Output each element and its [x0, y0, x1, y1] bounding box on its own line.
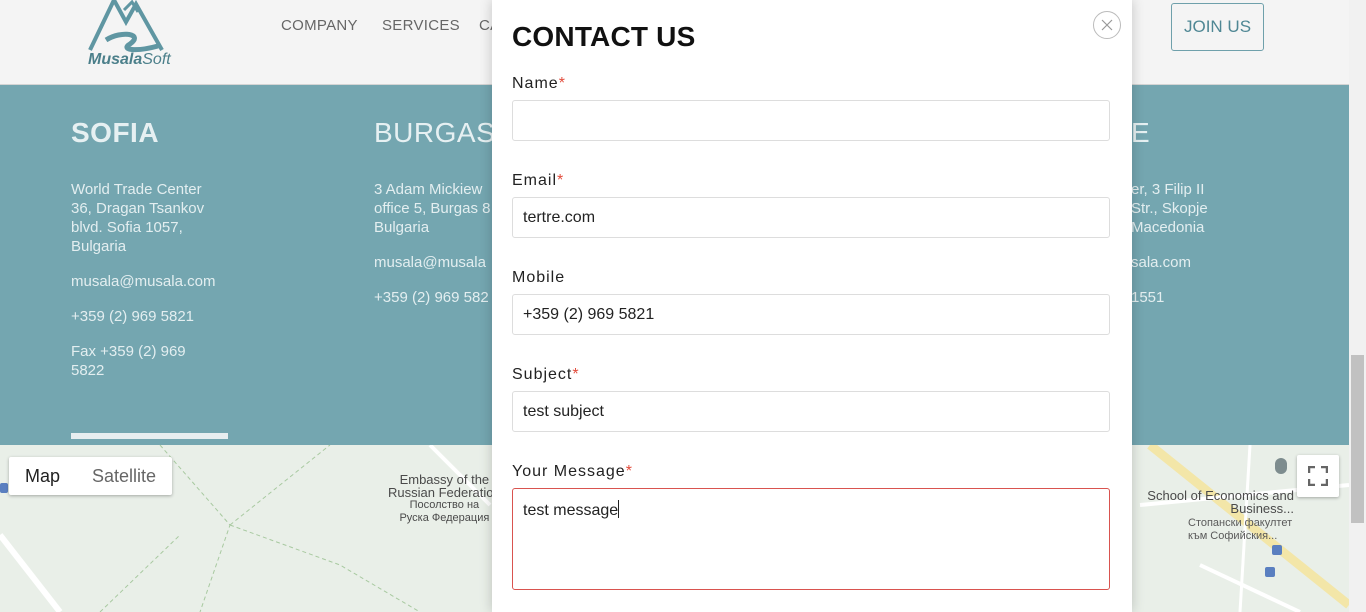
map-poi-school[interactable]: School of Economics and Business...	[1136, 489, 1294, 515]
map-poi-embassy[interactable]: Embassy of the Russian Federation Посолс…	[388, 473, 501, 525]
map-poi-school-local: Стопански факултет към Софийския...	[1188, 517, 1293, 542]
office-city-skopje: E	[1131, 117, 1151, 148]
name-label: Name*	[512, 75, 566, 92]
logo-wordmark: MusalaSoft	[88, 51, 171, 68]
subject-field[interactable]: test subject	[512, 391, 1110, 432]
office-address-sofia: World Trade Center 36, Dragan Tsankov bl…	[71, 181, 205, 255]
map-type-map-button[interactable]: Map	[9, 457, 76, 495]
email-field[interactable]: tertre.com	[512, 197, 1110, 238]
close-button[interactable]	[1093, 11, 1121, 39]
office-email-sofia[interactable]: musala@musala.com	[71, 272, 215, 291]
nav-company[interactable]: COMPANY	[281, 17, 358, 34]
office-city-sofia: SOFIA	[71, 117, 160, 148]
office-email-skopje[interactable]: sala.com	[1131, 253, 1191, 272]
name-field[interactable]	[512, 100, 1110, 141]
subject-label: Subject*	[512, 366, 580, 383]
close-icon	[1101, 19, 1113, 31]
email-label: Email*	[512, 172, 565, 189]
office-fax-sofia: Fax +359 (2) 969 5822	[71, 343, 186, 379]
message-text: test message	[523, 502, 619, 519]
office-phone-skopje[interactable]: 1551	[1131, 288, 1164, 307]
office-phone-burgas[interactable]: +359 (2) 969 582	[374, 288, 489, 307]
office-phone-sofia[interactable]: +359 (2) 969 5821	[71, 307, 194, 326]
mobile-field[interactable]: +359 (2) 969 5821	[512, 294, 1110, 335]
active-office-indicator	[71, 433, 228, 439]
join-us-button[interactable]: JOIN US	[1171, 3, 1264, 51]
mobile-label: Mobile	[512, 269, 566, 286]
nav-services[interactable]: SERVICES	[382, 17, 460, 34]
scrollbar-thumb[interactable]	[1351, 355, 1364, 523]
modal-title: CONTACT US	[512, 21, 696, 52]
contact-modal: CONTACT US Name* Email* tertre.com Mobil…	[492, 0, 1132, 612]
office-address-burgas: 3 Adam Mickiew office 5, Burgas 8 Bulgar…	[374, 181, 491, 236]
map-type-control: Map Satellite	[9, 457, 173, 495]
message-label: Your Message*	[512, 463, 633, 480]
office-address-skopje: er, 3 Filip II Str., Skopje Macedonia	[1131, 181, 1208, 236]
message-textarea[interactable]: test message	[512, 488, 1110, 590]
office-city-burgas: BURGAS	[374, 117, 496, 148]
map-type-satellite-button[interactable]: Satellite	[76, 457, 172, 495]
fullscreen-icon	[1308, 466, 1328, 486]
fullscreen-button[interactable]	[1297, 455, 1339, 497]
office-email-burgas[interactable]: musala@musala	[374, 253, 486, 272]
text-caret	[618, 500, 620, 518]
